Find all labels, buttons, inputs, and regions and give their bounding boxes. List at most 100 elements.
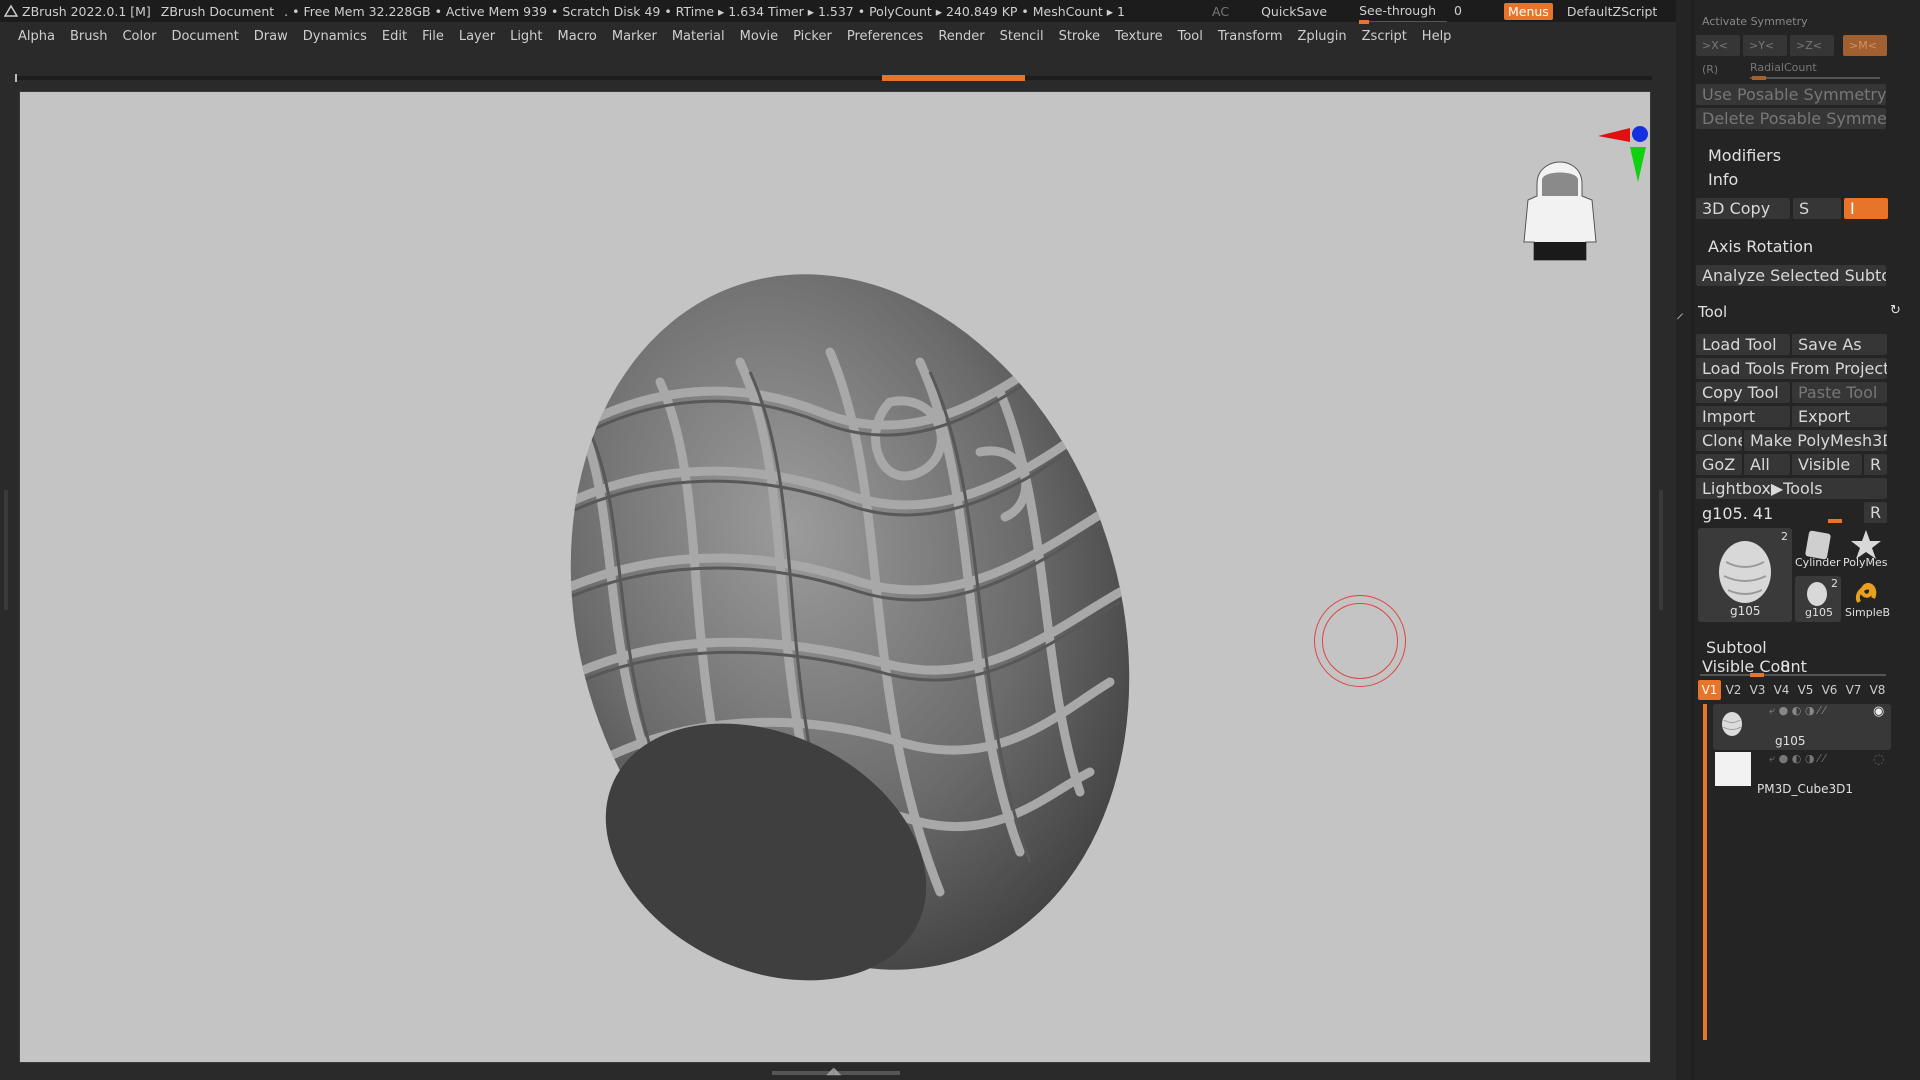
visibility-set-v1[interactable]: V1 xyxy=(1698,680,1721,700)
menu-edit[interactable]: Edit xyxy=(382,29,407,44)
make-polymesh3d-button[interactable]: Make PolyMesh3D xyxy=(1744,430,1887,451)
menu-texture[interactable]: Texture xyxy=(1115,29,1163,44)
subtool-title[interactable]: Subtool xyxy=(1706,638,1767,657)
menu-zplugin[interactable]: Zplugin xyxy=(1298,29,1347,44)
symmetry-z-button[interactable]: >Z< xyxy=(1790,35,1834,56)
menu-help[interactable]: Help xyxy=(1422,29,1452,44)
visibility-set-v3[interactable]: V3 xyxy=(1746,680,1769,700)
expand-tray-icon[interactable]: ◢◣ xyxy=(826,1066,841,1077)
tool-thumb-polymesh[interactable]: PolyMes xyxy=(1843,528,1889,574)
visibility-set-v8[interactable]: V8 xyxy=(1866,680,1889,700)
clone-button[interactable]: Clone xyxy=(1696,430,1742,451)
copy-tool-button[interactable]: Copy Tool xyxy=(1696,382,1790,403)
modifiers-label[interactable]: Modifiers xyxy=(1708,146,1781,165)
visibility-set-v4[interactable]: V4 xyxy=(1770,680,1793,700)
load-tools-from-project-button[interactable]: Load Tools From Project xyxy=(1696,358,1887,379)
visibility-set-v7[interactable]: V7 xyxy=(1842,680,1865,700)
menu-marker[interactable]: Marker xyxy=(612,29,657,44)
menu-macro[interactable]: Macro xyxy=(558,29,597,44)
export-button[interactable]: Export xyxy=(1792,406,1887,427)
visibility-set-v6[interactable]: V6 xyxy=(1818,680,1841,700)
subtool-name: PM3D_Cube3D1 xyxy=(1757,782,1853,796)
navigation-gizmo[interactable] xyxy=(20,92,1651,1063)
subtool-item-pm3d-cube3d1[interactable]: PM3D_Cube3D1 ◌ ⤶ ● ◐ ◑ ⁄ ⁄ xyxy=(1713,752,1891,798)
left-tray-handle[interactable] xyxy=(4,490,8,610)
current-tool-slider[interactable] xyxy=(1828,519,1842,523)
tool-thumb-g105-large[interactable]: 2 g105 xyxy=(1698,528,1792,622)
menu-file[interactable]: File xyxy=(422,29,444,44)
menu-picker[interactable]: Picker xyxy=(793,29,832,44)
shelf-marker xyxy=(15,74,17,82)
symmetry-y-button[interactable]: >Y< xyxy=(1743,35,1787,56)
menu-dynamics[interactable]: Dynamics xyxy=(303,29,367,44)
ac-label[interactable]: AC xyxy=(1212,4,1229,19)
menu-document[interactable]: Document xyxy=(171,29,238,44)
i-button[interactable]: I xyxy=(1844,198,1888,219)
app-title: ZBrush 2022.0.1 [M] xyxy=(22,3,151,19)
delete-posable-symmetry-button[interactable]: Delete Posable Symmetry xyxy=(1696,108,1886,129)
menu-material[interactable]: Material xyxy=(672,29,725,44)
menu-draw[interactable]: Draw xyxy=(254,29,288,44)
shelf-track xyxy=(16,76,1652,80)
menu-transform[interactable]: Transform xyxy=(1218,29,1283,44)
save-as-button[interactable]: Save As xyxy=(1792,334,1887,355)
menu-preferences[interactable]: Preferences xyxy=(847,29,923,44)
visibility-set-v5[interactable]: V5 xyxy=(1794,680,1817,700)
tool-thumb-simplebrush[interactable]: SimpleB xyxy=(1843,576,1890,622)
lightbox-tools-button[interactable]: Lightbox▶Tools xyxy=(1696,478,1887,499)
paste-tool-button[interactable]: Paste Tool xyxy=(1792,382,1887,403)
menu-movie[interactable]: Movie xyxy=(740,29,778,44)
tool-refresh-icon[interactable]: ↻ xyxy=(1890,303,1901,318)
use-posable-symmetry-button[interactable]: Use Posable Symmetry xyxy=(1696,84,1886,105)
tool-thumb-g105-small[interactable]: 2 g105 xyxy=(1795,576,1841,622)
subtool-options-icons[interactable]: ⤶ ● ◐ ◑ ⁄ ⁄ xyxy=(1769,752,1825,766)
axis-rotation-label[interactable]: Axis Rotation xyxy=(1708,237,1813,256)
activate-symmetry-label[interactable]: Activate Symmetry xyxy=(1702,15,1808,28)
tool-thumb-cylinder[interactable]: Cylinder xyxy=(1795,528,1841,574)
script-name[interactable]: DefaultZScript xyxy=(1567,4,1658,19)
menu-render[interactable]: Render xyxy=(938,29,984,44)
goz-r-button[interactable]: R xyxy=(1864,454,1887,475)
menu-light[interactable]: Light xyxy=(510,29,542,44)
info-label[interactable]: Info xyxy=(1708,170,1738,189)
subtool-visibility-eye-icon[interactable]: ◌ xyxy=(1873,752,1884,767)
menu-zscript[interactable]: Zscript xyxy=(1362,29,1407,44)
title-bar: ZBrush 2022.0.1 [M] ZBrush Document . • … xyxy=(0,0,1920,24)
menu-brush[interactable]: Brush xyxy=(70,29,108,44)
menu-stroke[interactable]: Stroke xyxy=(1059,29,1100,44)
s-button[interactable]: S xyxy=(1793,198,1841,219)
analyze-subtool-button[interactable]: Analyze Selected Subtool xyxy=(1696,265,1886,286)
3d-copy-button[interactable]: 3D Copy xyxy=(1696,198,1790,219)
tool-thumb-name: Cylinder xyxy=(1795,556,1841,569)
visibility-set-v2[interactable]: V2 xyxy=(1722,680,1745,700)
goz-all-button[interactable]: All xyxy=(1744,454,1790,475)
subtool-options-icons[interactable]: ⤶ ● ◐ ◑ ⁄ ⁄ xyxy=(1769,704,1825,718)
menu-stencil[interactable]: Stencil xyxy=(1000,29,1044,44)
shelf-active-indicator[interactable] xyxy=(882,75,1025,81)
menu-layer[interactable]: Layer xyxy=(459,29,495,44)
menu-alpha[interactable]: Alpha xyxy=(18,29,55,44)
visible-count-knob xyxy=(1750,673,1764,677)
right-tray-handle[interactable] xyxy=(1659,490,1663,610)
radial-count-slider[interactable] xyxy=(1750,77,1880,79)
load-tool-button[interactable]: Load Tool xyxy=(1696,334,1790,355)
goz-visible-button[interactable]: Visible xyxy=(1792,454,1862,475)
goz-button[interactable]: GoZ xyxy=(1696,454,1742,475)
tray-divider[interactable] xyxy=(1691,0,1695,1080)
tool-r-button[interactable]: R xyxy=(1864,502,1887,523)
menus-toggle[interactable]: Menus xyxy=(1503,2,1553,20)
menu-color[interactable]: Color xyxy=(122,29,156,44)
quicksave-button[interactable]: QuickSave xyxy=(1261,4,1327,19)
radial-r-toggle[interactable]: (R) xyxy=(1702,63,1718,76)
symmetry-m-button[interactable]: >M< xyxy=(1843,35,1887,56)
import-button[interactable]: Import xyxy=(1696,406,1790,427)
menu-tool[interactable]: Tool xyxy=(1178,29,1203,44)
symmetry-x-button[interactable]: >X< xyxy=(1696,35,1740,56)
tool-palette-title[interactable]: Tool xyxy=(1698,303,1727,321)
subtool-visibility-eye-icon[interactable]: ◉ xyxy=(1873,704,1884,719)
visible-count-slider[interactable] xyxy=(1700,674,1886,676)
subtool-item-g105[interactable]: g105 ◉ ⤶ ● ◐ ◑ ⁄ ⁄ xyxy=(1713,704,1891,750)
document-canvas[interactable] xyxy=(19,91,1651,1063)
subtool-list-scrollbar[interactable] xyxy=(1703,704,1707,1040)
see-through-slider[interactable]: See-through 0 xyxy=(1359,3,1472,24)
